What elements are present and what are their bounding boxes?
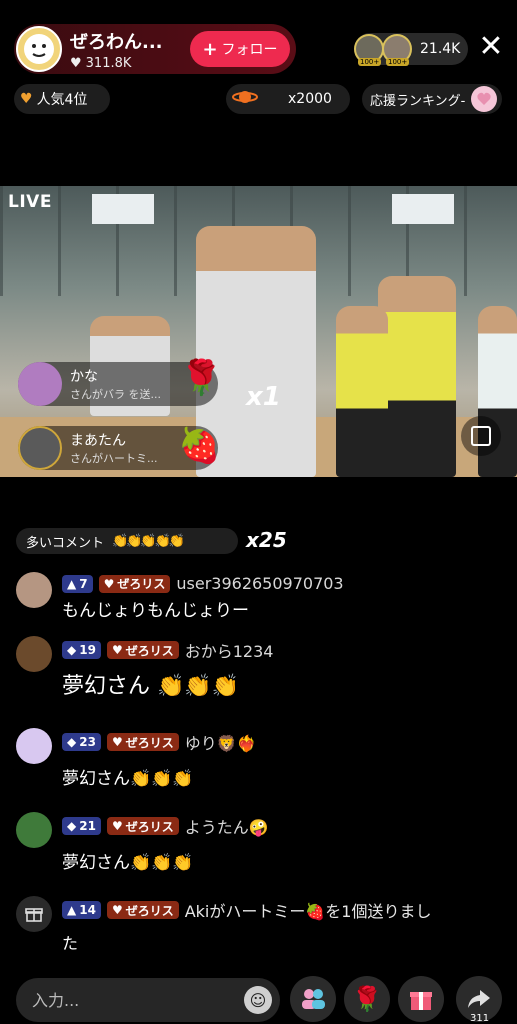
- popular-comment-count: x25: [246, 528, 287, 552]
- popular-comment-label: 多いコメント: [26, 535, 105, 551]
- comment-item[interactable]: ◆ 21 ♥ ぜろリス ようたん🤪 夢幻さん👏👏👏: [16, 812, 508, 873]
- gift-description: さんがハートミ...: [70, 452, 158, 465]
- diamond-icon: ▲: [67, 576, 77, 591]
- level-badge: ◆ 23: [62, 733, 101, 751]
- popularity-rank-chip[interactable]: ♥ 人気4位: [14, 84, 110, 114]
- level-badge: ▲ 14: [62, 901, 101, 919]
- host-avatar[interactable]: [16, 26, 62, 72]
- diamond-icon: ◆: [67, 643, 77, 657]
- gift-sender-name: かな: [70, 369, 98, 385]
- multi-guest-button[interactable]: [290, 976, 336, 1022]
- follow-button[interactable]: + フォロー: [190, 31, 290, 67]
- planet-icon: [232, 88, 258, 110]
- gift-button[interactable]: [398, 976, 444, 1022]
- people-icon: [302, 989, 325, 1009]
- heart-badge-icon: ♥: [111, 903, 123, 917]
- system-message-text: Akiがハートミー🍓を1個送りまし: [184, 902, 432, 921]
- level-badge: ▲ 7: [62, 574, 93, 593]
- commenter-avatar[interactable]: [16, 636, 52, 672]
- fan-club-badge: ♥ ぜろリス: [98, 574, 171, 593]
- fan-club-badge: ♥ ぜろリス: [106, 901, 179, 919]
- coin-count: x2000: [288, 91, 332, 107]
- heart-gem-icon: [471, 86, 498, 112]
- heart-badge-icon: ♥: [111, 819, 123, 833]
- emoji-icon[interactable]: ☺: [244, 986, 272, 1014]
- commenter-avatar[interactable]: [16, 728, 52, 764]
- diamond-icon: ▲: [67, 903, 77, 917]
- comment-text: 夢幻さん 👏👏👏: [62, 674, 240, 699]
- comment-input-bar[interactable]: ☺: [16, 978, 280, 1022]
- gift-sender-avatar: [18, 426, 62, 470]
- popular-comment-pill[interactable]: 多いコメント 👏👏👏👏👏: [16, 528, 238, 554]
- host-info-pill[interactable]: ぜろわん... ♥ 311.8K + フォロー: [14, 24, 296, 74]
- share-arrow-icon: [468, 990, 490, 1008]
- viewer-avatar[interactable]: 100+: [382, 34, 412, 66]
- gift-icon: [16, 896, 52, 932]
- host-likes-count: 311.8K: [85, 55, 132, 71]
- gift-sender-avatar: [18, 362, 62, 406]
- broken-heart-icon: ♥: [20, 91, 33, 107]
- viewer-badge: 100+: [386, 58, 410, 66]
- comment-text: もんじょりもんじょりー: [62, 601, 249, 621]
- fan-club-badge: ♥ ぜろリス: [106, 817, 179, 835]
- support-ranking-label: 応援ランキング-: [370, 93, 466, 109]
- viewer-count: 21.4K: [420, 41, 461, 57]
- commenter-name[interactable]: おから1234: [185, 638, 274, 662]
- support-ranking-chip[interactable]: 応援ランキング-: [362, 84, 502, 114]
- rose-icon: 🌹: [352, 985, 382, 1013]
- gift-multiplier: x1: [246, 382, 281, 412]
- commenter-avatar[interactable]: [16, 812, 52, 848]
- viewer-list[interactable]: 100+ 100+ 21.4K: [354, 33, 468, 66]
- fan-club-badge: ♥ ぜろリス: [106, 733, 179, 751]
- viewer-badge: 100+: [358, 58, 382, 66]
- heart-badge-icon: ♥: [111, 643, 123, 657]
- coin-chip[interactable]: x2000: [226, 84, 350, 114]
- live-label: LIVE: [8, 192, 52, 212]
- rose-gift-button[interactable]: 🌹: [344, 976, 390, 1022]
- comment-text: 夢幻さん👏👏👏: [62, 853, 194, 873]
- commenter-avatar[interactable]: [16, 572, 52, 608]
- player-figure: [336, 306, 388, 477]
- commenter-name[interactable]: user3962650970703: [176, 574, 343, 593]
- comment-item[interactable]: ◆ 19 ♥ ぜろリス おから1234 夢幻さん 👏👏👏: [16, 636, 508, 712]
- heart-me-gift-icon: 🍓: [178, 426, 221, 466]
- popular-comment-text: 👏👏👏👏👏: [112, 533, 185, 549]
- system-message-continuation: た: [62, 934, 79, 953]
- popularity-rank: 人気4位: [36, 92, 88, 108]
- host-name: ぜろわん...: [70, 31, 163, 53]
- fullscreen-icon: [471, 426, 491, 446]
- gift-description: さんがバラ を送...: [70, 388, 161, 401]
- heart-badge-icon: ♥: [103, 576, 115, 591]
- diamond-icon: ◆: [67, 819, 77, 833]
- plus-icon: +: [202, 38, 218, 60]
- gift-system-message: ▲ 14 ♥ ぜろリス Akiがハートミー🍓を1個送りまし た: [16, 896, 508, 956]
- gym-window: [392, 194, 454, 224]
- viewer-avatar[interactable]: 100+: [354, 34, 384, 66]
- rose-gift-icon: 🌹: [180, 358, 223, 398]
- comment-input[interactable]: [32, 990, 232, 1010]
- level-badge: ◆ 21: [62, 817, 101, 835]
- heart-badge-icon: ♥: [111, 735, 123, 749]
- level-badge: ◆ 19: [62, 641, 101, 659]
- comment-text: 夢幻さん👏👏👏: [62, 769, 194, 789]
- fan-club-badge: ♥ ぜろリス: [106, 641, 179, 659]
- gym-window: [92, 194, 154, 224]
- diamond-icon: ◆: [67, 735, 77, 749]
- share-count: 311: [470, 1013, 490, 1024]
- follow-label: フォロー: [221, 42, 278, 58]
- fullscreen-button[interactable]: [461, 416, 501, 456]
- commenter-name[interactable]: ようたん🤪: [185, 814, 269, 838]
- player-figure: [378, 276, 456, 477]
- share-button[interactable]: 311: [456, 976, 502, 1024]
- live-video[interactable]: LIVE かな さんがバラ を送... 🌹 x1 まあたん さんがハートミ...…: [0, 186, 517, 477]
- host-likes: ♥ 311.8K: [70, 56, 185, 71]
- heart-icon: ♥: [70, 55, 82, 71]
- commenter-name[interactable]: ゆり🦁❤️‍🔥: [185, 730, 257, 754]
- close-icon[interactable]: ✕: [476, 32, 506, 62]
- gift-box-icon: [410, 992, 432, 1010]
- gift-sender-name: まあたん: [70, 433, 126, 449]
- comment-item[interactable]: ◆ 23 ♥ ぜろリス ゆり🦁❤️‍🔥 夢幻さん👏👏👏: [16, 728, 508, 789]
- comment-item[interactable]: ▲ 7 ♥ ぜろリス user3962650970703 もんじょりもんじょりー: [16, 572, 508, 622]
